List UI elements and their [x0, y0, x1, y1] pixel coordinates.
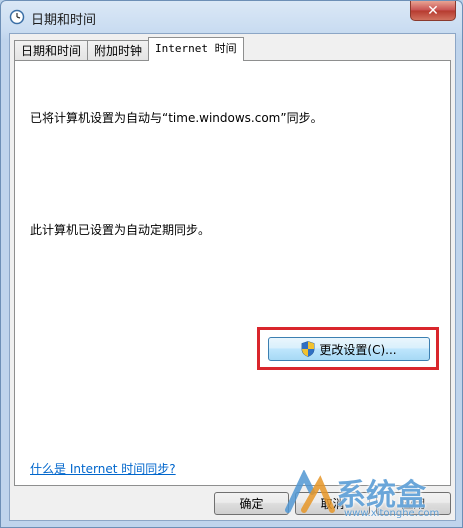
tab-date-time[interactable]: 日期和时间 [14, 40, 89, 61]
change-settings-button[interactable]: 更改设置(C)... [268, 337, 430, 361]
close-button[interactable]: ✕ [410, 1, 456, 21]
apply-button[interactable]: 应用 [376, 492, 451, 515]
tab-strip: 日期和时间 附加时钟 Internet 时间 [14, 37, 244, 61]
uac-shield-icon [302, 341, 315, 357]
clock-icon [9, 9, 25, 25]
dialog-window: 日期和时间 ✕ 日期和时间 附加时钟 Internet 时间 已将计算机设置为自… [0, 0, 463, 528]
sync-server-text: 已将计算机设置为自动与“time.windows.com”同步。 [30, 111, 323, 125]
dialog-client-area: 日期和时间 附加时钟 Internet 时间 已将计算机设置为自动与“time.… [9, 33, 456, 521]
tab-internet-time[interactable]: Internet 时间 [148, 37, 244, 61]
internet-time-help-link[interactable]: 什么是 Internet 时间同步? [30, 460, 176, 477]
tab-additional-clocks[interactable]: 附加时钟 [87, 40, 150, 61]
ok-button[interactable]: 确定 [214, 492, 289, 515]
tab-panel-internet-time: 已将计算机设置为自动与“time.windows.com”同步。 此计算机已设置… [14, 60, 451, 486]
title-bar[interactable]: 日期和时间 ✕ [1, 1, 462, 33]
window-title: 日期和时间 [31, 13, 97, 28]
auto-sync-text: 此计算机已设置为自动定期同步。 [30, 223, 211, 237]
cancel-button[interactable]: 取消 [295, 492, 370, 515]
change-settings-label: 更改设置(C)... [319, 342, 397, 357]
close-icon: ✕ [427, 2, 439, 19]
